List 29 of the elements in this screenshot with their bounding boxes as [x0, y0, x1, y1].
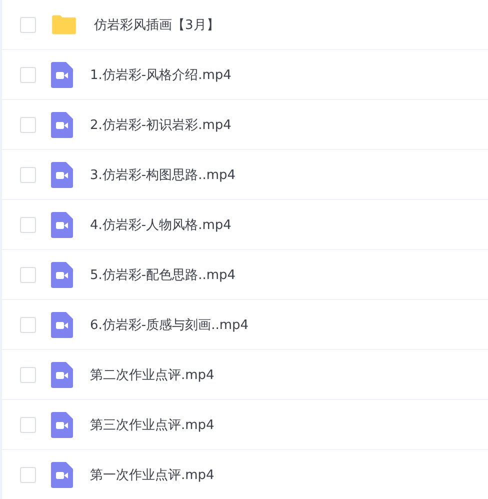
- video-file-icon: [51, 112, 73, 138]
- video-file-icon: [51, 412, 73, 438]
- checkbox[interactable]: [20, 16, 36, 32]
- checkbox[interactable]: [20, 266, 36, 282]
- file-name[interactable]: 2.仿岩彩-初识岩彩.mp4: [90, 116, 232, 134]
- file-name[interactable]: 6.仿岩彩-质感与刻画..mp4: [90, 316, 249, 334]
- checkbox[interactable]: [20, 416, 36, 432]
- video-file-icon: [51, 262, 73, 288]
- checkbox[interactable]: [20, 466, 36, 482]
- video-file-icon: [51, 62, 73, 88]
- checkbox[interactable]: [20, 316, 36, 332]
- video-file-icon: [51, 212, 73, 238]
- file-name[interactable]: 第一次作业点评.mp4: [90, 466, 214, 484]
- video-file-icon: [51, 462, 73, 488]
- file-name[interactable]: 仿岩彩风插画【3月】: [94, 16, 220, 34]
- file-name[interactable]: 4.仿岩彩-人物风格.mp4: [90, 216, 232, 234]
- checkbox[interactable]: [20, 216, 36, 232]
- checkbox[interactable]: [20, 166, 36, 182]
- file-name[interactable]: 5.仿岩彩-配色思路..mp4: [90, 266, 236, 284]
- checkbox[interactable]: [20, 366, 36, 382]
- video-file-icon: [51, 162, 73, 188]
- file-name[interactable]: 第三次作业点评.mp4: [90, 416, 214, 434]
- checkbox[interactable]: [20, 66, 36, 82]
- file-name[interactable]: 第二次作业点评.mp4: [90, 366, 214, 384]
- file-name[interactable]: 3.仿岩彩-构图思路..mp4: [90, 166, 236, 184]
- checkbox[interactable]: [20, 116, 36, 132]
- file-name[interactable]: 1.仿岩彩-风格介绍.mp4: [90, 66, 232, 84]
- video-file-icon: [51, 362, 73, 388]
- video-file-icon: [51, 312, 73, 338]
